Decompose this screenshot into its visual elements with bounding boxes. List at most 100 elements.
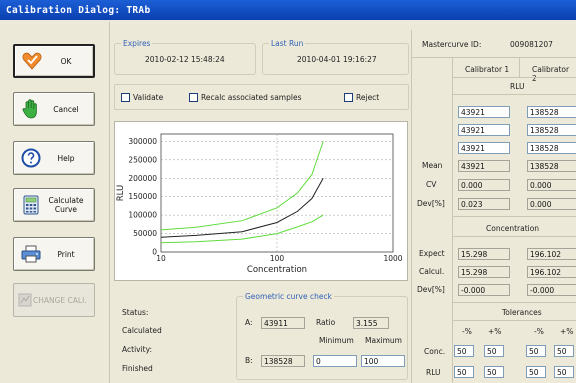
calcul-cal2: 196.102: [527, 266, 576, 278]
help-label: Help: [57, 153, 75, 163]
calibrator-2-header: Calibrator 2: [532, 65, 570, 83]
button-panel: OK Cancel Help Calculate Curve Print CHA…: [0, 22, 110, 383]
geo-max-field[interactable]: 100: [361, 355, 405, 367]
cancel-label: Cancel: [53, 104, 79, 114]
rlu-cal1-rep1[interactable]: 43921: [458, 106, 510, 118]
reject-checkbox[interactable]: Reject: [344, 93, 379, 102]
divider: [452, 77, 576, 78]
geo-check-title: Geometric curve check: [243, 292, 334, 301]
geo-min-label: Minimum: [319, 336, 354, 345]
expect-label: Expect: [419, 249, 445, 258]
change-cali-button[interactable]: CHANGE CALI.: [13, 283, 95, 317]
options-row: Validate Recalc associated samples Rejec…: [114, 84, 409, 110]
divider: [452, 94, 576, 95]
validate-checkbox[interactable]: Validate: [121, 93, 163, 102]
divider: [452, 216, 576, 217]
x-tick-label: 1000: [383, 254, 402, 263]
x-axis-label: Concentration: [247, 265, 307, 275]
geo-min-field[interactable]: 0: [313, 355, 357, 367]
y-tick-label: 50000: [133, 229, 157, 238]
recalc-checkbox[interactable]: Recalc associated samples: [189, 93, 301, 102]
conc-tol-cal2-minus[interactable]: 50: [526, 345, 546, 357]
rlu-tol-cal1-plus[interactable]: 50: [484, 366, 504, 378]
dev-label: Dev[%]: [417, 199, 445, 208]
recalc-box[interactable]: [189, 93, 198, 102]
cv-cal1: 0.000: [458, 179, 510, 191]
mean-cal2: 138528: [527, 160, 576, 172]
rlu-header: RLU: [510, 82, 525, 91]
rlu-tol-cal2-plus[interactable]: 50: [554, 366, 574, 378]
divider: [452, 57, 453, 383]
calcul-cal1: 15.298: [458, 266, 510, 278]
concentration-header: Concentration: [486, 224, 540, 233]
dev2-cal2: -0.000: [527, 284, 576, 296]
calibrator-1-header: Calibrator 1: [465, 65, 510, 74]
calibrator-panel: Mastercurve ID: 009081207 Calibrator 1 C…: [411, 30, 576, 383]
conc-tol-cal1-minus[interactable]: 50: [454, 345, 474, 357]
divider: [519, 57, 520, 77]
y-tick-label: 100000: [128, 211, 157, 220]
rlu-tol-cal1-minus[interactable]: 50: [454, 366, 474, 378]
mean-label: Mean: [422, 161, 443, 170]
mastercurve-label: Mastercurve ID:: [422, 40, 482, 49]
geo-a-field: 43911: [261, 317, 305, 329]
help-button[interactable]: Help: [13, 141, 95, 175]
rlu-cal2-rep1[interactable]: 138528: [527, 106, 576, 118]
print-button[interactable]: Print: [13, 237, 95, 271]
last-run-value: 2010-04-01 19:16:27: [297, 55, 377, 64]
calibration-chart: 0 50000 100000 150000 200000 250000 300000 10 10…: [114, 121, 408, 281]
rlu-cal1-rep3[interactable]: 43921: [458, 142, 510, 154]
activity-label: Activity:: [122, 345, 153, 354]
mastercurve-value: 009081207: [510, 40, 553, 49]
ok-label: OK: [60, 56, 72, 66]
geo-ratio-label: Ratio: [316, 318, 336, 327]
print-label: Print: [57, 249, 75, 259]
validate-label: Validate: [133, 93, 164, 102]
window-title: Calibration Dialog: TRAb: [0, 0, 576, 20]
tol-plus-pct-2: +%: [560, 327, 574, 336]
rlu-cal2-rep2[interactable]: 138528: [527, 124, 576, 136]
geo-b-label: B:: [245, 356, 253, 365]
printer-icon: [20, 243, 42, 265]
reject-box[interactable]: [344, 93, 353, 102]
expires-title: Expires: [121, 39, 153, 48]
dev-cal1: 0.023: [458, 198, 510, 210]
ok-button[interactable]: OK: [13, 44, 95, 78]
dev2-label: Dev[%]: [417, 285, 445, 294]
rlu-tol-cal2-minus[interactable]: 50: [526, 366, 546, 378]
expires-group: Expires 2010-02-12 15:48:24: [114, 39, 256, 75]
y-tick-label: 300000: [128, 137, 157, 146]
geo-max-label: Maximum: [365, 336, 402, 345]
x-tick-label: 100: [270, 254, 285, 263]
cancel-button[interactable]: Cancel: [13, 92, 95, 126]
geo-b-field: 138528: [261, 355, 305, 367]
last-run-group: Last Run 2010-04-01 19:16:27: [262, 39, 409, 75]
geo-check-group: Geometric curve check A: 43911 Ratio 3.1…: [236, 292, 408, 380]
divider: [452, 320, 576, 321]
divider: [452, 236, 576, 237]
conc-tol-cal2-plus[interactable]: 50: [554, 345, 574, 357]
calcul-label: Calcul.: [419, 267, 445, 276]
geo-a-label: A:: [245, 318, 253, 327]
help-icon: [20, 147, 42, 169]
tol-plus-pct-1: +%: [488, 327, 502, 336]
expect-cal1: 15.298: [458, 248, 510, 260]
rlu-cal2-rep3[interactable]: 138528: [527, 142, 576, 154]
last-run-title: Last Run: [269, 39, 306, 48]
hand-stop-icon: [20, 98, 42, 120]
cv-label: CV: [426, 180, 437, 189]
dev2-cal1: -0.000: [458, 284, 510, 296]
mean-cal1: 43921: [458, 160, 510, 172]
x-tick-label: 10: [156, 254, 166, 263]
tol-minus-pct-1: -%: [462, 327, 472, 336]
cv-cal2: 0.000: [527, 179, 576, 191]
y-tick-label: 200000: [128, 174, 157, 183]
y-tick-label: 250000: [128, 155, 157, 164]
conc-tol-cal1-plus[interactable]: 50: [484, 345, 504, 357]
calculate-curve-button[interactable]: Calculate Curve: [13, 188, 95, 222]
change-cali-icon: [17, 289, 33, 311]
rlu-cal1-rep2[interactable]: 43921: [458, 124, 510, 136]
geo-ratio-field: 3.155: [353, 317, 389, 329]
validate-box[interactable]: [121, 93, 130, 102]
status-value: Calculated: [122, 326, 162, 335]
